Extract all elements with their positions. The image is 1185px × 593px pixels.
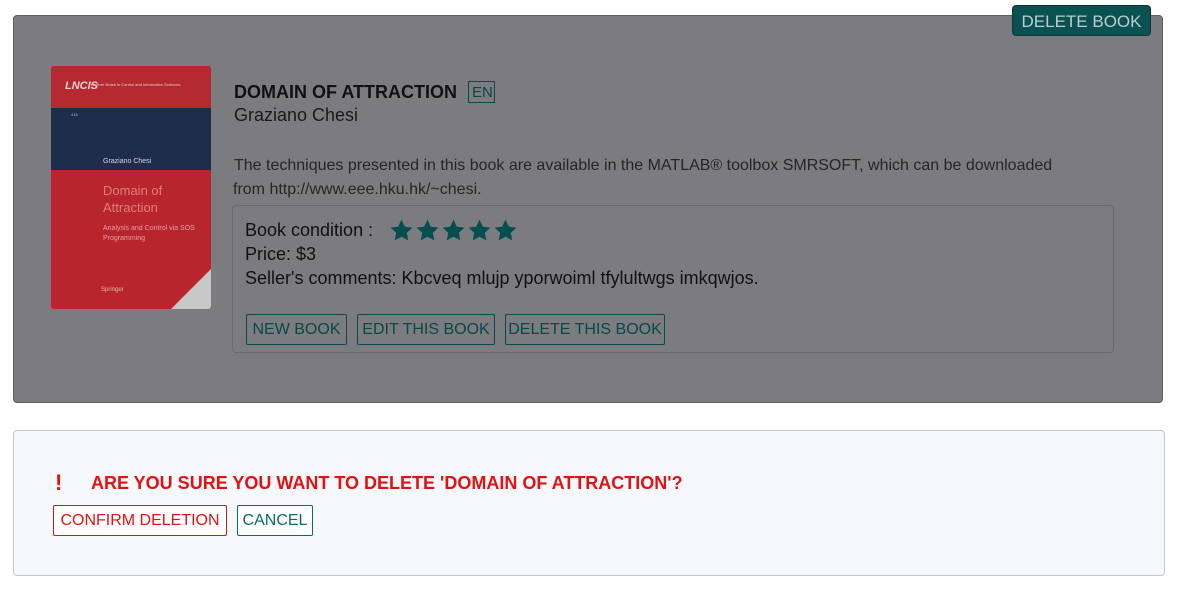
- cover-title: Domain of Attraction: [103, 183, 163, 215]
- book-description: The techniques presented in this book ar…: [233, 157, 1053, 198]
- seller-comments: Seller's comments: Kbcveq mlujp yporwoim…: [245, 268, 759, 288]
- delete-this-book-button[interactable]: DELETE THIS BOOK: [505, 314, 665, 345]
- cancel-button[interactable]: CANCEL: [237, 505, 313, 536]
- delete-confirmation-panel: [13, 430, 1165, 576]
- cover-page-curl: [171, 269, 211, 309]
- star-icon: [494, 219, 517, 241]
- confirm-deletion-button[interactable]: CONFIRM DELETION: [53, 505, 227, 536]
- edit-book-button[interactable]: EDIT THIS BOOK: [357, 314, 495, 345]
- star-icon: [442, 219, 465, 241]
- book-title: DOMAIN OF ATTRACTION: [234, 82, 457, 102]
- language-badge: EN: [468, 81, 495, 103]
- cover-subtitle: Analysis and Control via SOS Programming: [103, 225, 195, 242]
- delete-book-button[interactable]: DELETE BOOK: [1012, 5, 1151, 36]
- condition-rating: [390, 219, 520, 247]
- confirm-question: ARE YOU SURE YOU WANT TO DELETE 'DOMAIN …: [91, 473, 683, 493]
- cover-number: 416: [71, 112, 78, 117]
- book-price: Price: $3: [245, 244, 317, 264]
- cover-publisher: Springer: [101, 287, 124, 293]
- book-cover-image: LNCIS Lecture Notes in Control and Infor…: [51, 66, 211, 309]
- cover-author: Graziano Chesi: [103, 158, 152, 165]
- cover-series-subtitle: Lecture Notes in Control and Information…: [91, 82, 181, 87]
- star-icon: [468, 219, 491, 241]
- new-book-button[interactable]: NEW BOOK: [246, 314, 347, 345]
- book-author: Graziano Chesi: [234, 105, 359, 125]
- star-icon: [390, 219, 413, 241]
- condition-label: Book condition :: [245, 220, 374, 240]
- exclamation-icon: !: [55, 470, 63, 495]
- star-icon: [416, 219, 439, 241]
